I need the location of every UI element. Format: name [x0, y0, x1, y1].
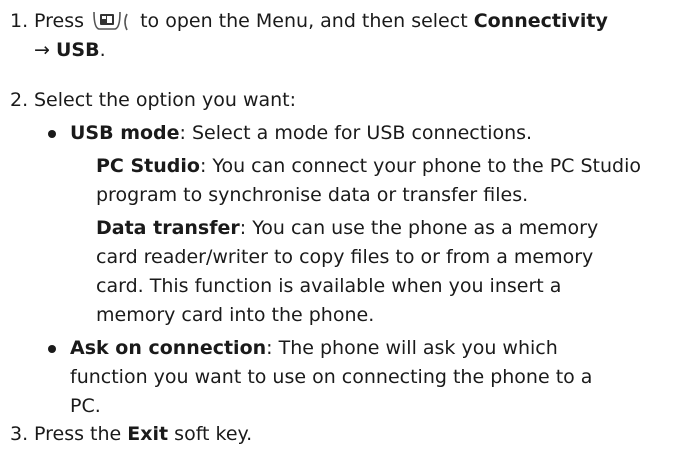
usb-menu-label: USB — [55, 39, 100, 61]
option-line: : The phone will ask you which — [266, 337, 558, 359]
option-ask-on-connection: Ask on connection: The phone will ask yo… — [44, 334, 684, 421]
step-1-text-pre: Press — [34, 10, 85, 32]
step-3: 3. Press the Exit soft key. — [10, 420, 685, 449]
step-1-period: . — [99, 39, 106, 61]
arrow-glyph: → — [34, 39, 50, 61]
sub-option-line: : You can connect your phone to the PC S… — [199, 155, 642, 177]
sub-option-title: Data transfer — [96, 217, 240, 239]
sub-option-pc-studio: PC Studio: You can connect your phone to… — [70, 152, 684, 210]
option-line: PC. — [70, 395, 101, 417]
step-number: 3. — [10, 423, 29, 445]
step-1-text-mid: to open the Menu, and then select — [140, 10, 468, 32]
instructions-page: 1. Press to open the Menu, and then sele… — [0, 0, 689, 456]
step-1: 1. Press to open the Menu, and then sele… — [10, 7, 685, 65]
step-2-text: Select the option you want: — [34, 89, 297, 111]
option-line: function you want to use on connecting t… — [70, 366, 593, 388]
step-number: 2. — [10, 89, 29, 111]
option-usb-mode: USB mode: Select a mode for USB connecti… — [44, 119, 684, 330]
sub-option-line: card. This function is available when yo… — [96, 275, 562, 297]
option-title: Ask on connection — [70, 337, 267, 359]
bullet-dot — [48, 345, 56, 353]
sub-option-line: card reader/writer to copy files to or f… — [96, 246, 594, 268]
sub-option-line: : You can use the phone as a memory — [239, 217, 599, 239]
option-title: USB mode — [70, 122, 180, 144]
sub-option-title: PC Studio — [96, 155, 200, 177]
step-2: 2. Select the option you want: — [10, 86, 685, 115]
connectivity-menu-label: Connectivity — [473, 10, 608, 32]
sub-option-line: memory card into the phone. — [96, 304, 375, 326]
sub-option-data-transfer: Data transfer: You can use the phone as … — [70, 214, 684, 330]
options-list: USB mode: Select a mode for USB connecti… — [44, 119, 684, 421]
exit-key-label: Exit — [127, 423, 169, 445]
option-desc: : Select a mode for USB connections. — [179, 122, 533, 144]
step-3-text-post: soft key. — [174, 423, 253, 445]
step-number: 1. — [10, 10, 29, 32]
step-3-text-pre: Press the — [34, 423, 122, 445]
menu-soft-key-icon — [93, 11, 128, 31]
sub-option-line: program to synchronise data or transfer … — [96, 184, 529, 206]
bullet-dot — [48, 130, 56, 138]
